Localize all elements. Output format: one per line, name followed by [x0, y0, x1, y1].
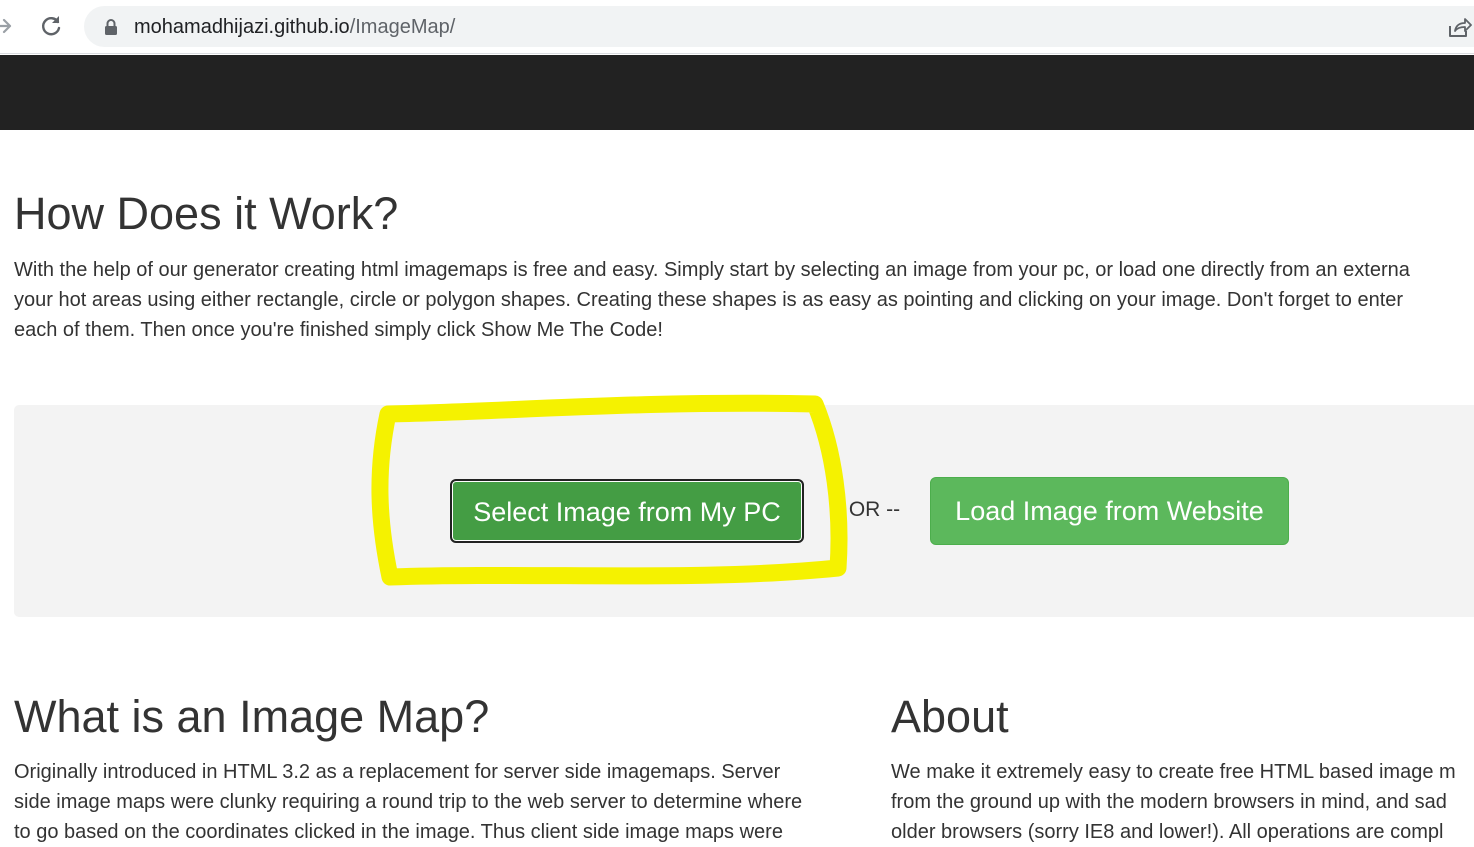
share-icon[interactable] [1446, 17, 1472, 39]
url-host: mohamadhijazi.github.io [134, 16, 350, 38]
about-text-line: We make it extremely easy to create free… [891, 761, 1456, 783]
browser-toolbar: mohamadhijazi.github.io/ImageMap/ [0, 0, 1474, 54]
about-text-line: older browsers (sorry IE8 and lower!). A… [891, 821, 1444, 843]
url-text: mohamadhijazi.github.io/ImageMap/ [134, 16, 455, 38]
reload-icon[interactable] [38, 13, 64, 39]
image-map-heading: What is an Image Map? [14, 691, 490, 742]
how-it-works-text: With the help of our generator creating … [14, 255, 1474, 345]
select-image-button[interactable]: Select Image from My PC [450, 479, 804, 543]
or-separator: -- OR -- [829, 498, 901, 521]
forward-arrow-icon[interactable] [0, 14, 14, 38]
about-text-line: from the ground up with the modern brows… [891, 791, 1447, 813]
how-it-works-heading: How Does it Work? [14, 188, 399, 239]
image-map-text: Originally introduced in HTML 3.2 as a r… [14, 757, 864, 847]
load-image-button[interactable]: Load Image from Website [930, 477, 1289, 545]
about-text: We make it extremely easy to create free… [891, 757, 1474, 847]
address-bar[interactable]: mohamadhijazi.github.io/ImageMap/ [84, 6, 1474, 47]
how-text-line: With the help of our generator creating … [14, 259, 1410, 281]
image-map-text-line: Originally introduced in HTML 3.2 as a r… [14, 761, 781, 783]
url-path: /ImageMap/ [349, 16, 456, 38]
how-text-line: each of them. Then once you're finished … [14, 319, 663, 341]
image-map-text-line: to go based on the coordinates clicked i… [14, 821, 783, 843]
site-navbar [0, 55, 1474, 130]
image-map-text-line: side image maps were clunky requiring a … [14, 791, 803, 813]
how-text-line: your hot areas using either rectangle, c… [14, 289, 1404, 311]
lock-icon[interactable] [104, 18, 118, 36]
about-heading: About [891, 691, 1009, 742]
